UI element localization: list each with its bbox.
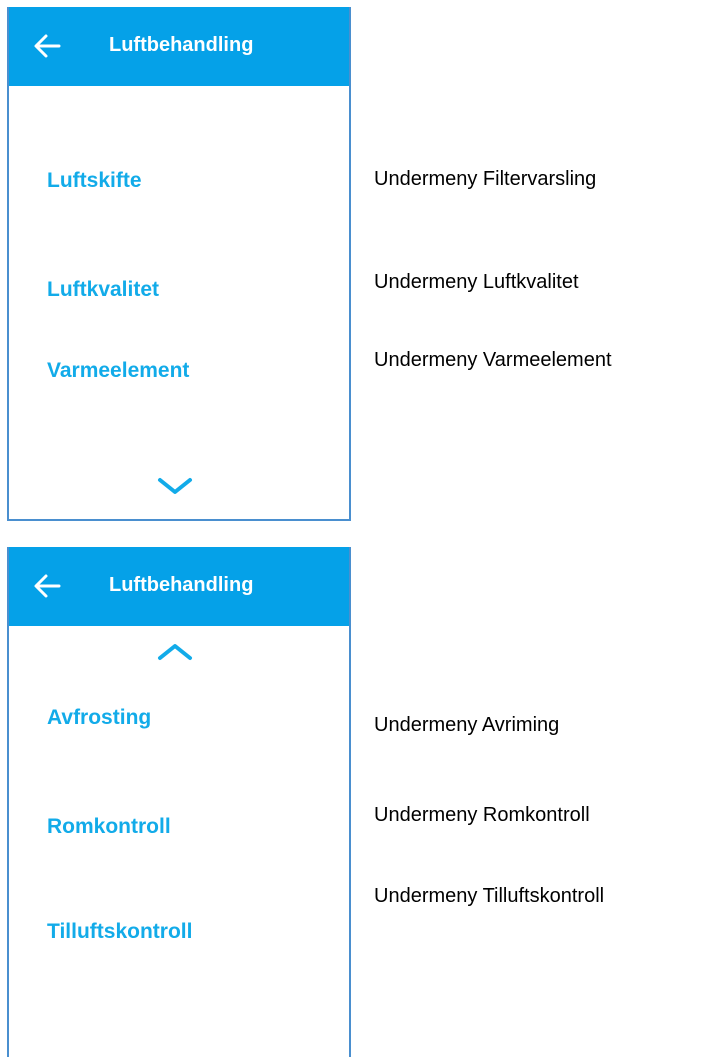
header-title: Luftbehandling [109, 574, 254, 596]
annotation-filtervarsling: Undermeny Filtervarsling [374, 168, 597, 190]
arrow-left-icon[interactable] [33, 33, 61, 59]
menu-item-romkontroll[interactable]: Romkontroll [47, 815, 171, 839]
annotation-romkontroll: Undermeny Romkontroll [374, 804, 590, 826]
arrow-left-icon[interactable] [33, 573, 61, 599]
menu-item-varmeelement[interactable]: Varmeelement [47, 359, 189, 383]
header-title: Luftbehandling [109, 34, 254, 56]
menu-item-luftkvalitet[interactable]: Luftkvalitet [47, 278, 159, 302]
menu-screen-2: Luftbehandling Avfrosting Romkontroll Ti… [7, 547, 351, 1057]
annotation-tilluftskontroll: Undermeny Tilluftskontroll [374, 885, 605, 907]
annotation-varmeelement: Undermeny Varmeelement [374, 349, 612, 371]
annotation-avriming: Undermeny Avriming [374, 714, 560, 736]
chevron-up-icon[interactable] [157, 642, 193, 662]
header-bar: Luftbehandling [9, 7, 349, 86]
annotation-luftkvalitet: Undermeny Luftkvalitet [374, 271, 579, 293]
menu-item-avfrosting[interactable]: Avfrosting [47, 706, 151, 730]
chevron-down-icon[interactable] [157, 476, 193, 496]
menu-item-tilluftskontroll[interactable]: Tilluftskontroll [47, 920, 192, 944]
menu-screen-1: Luftbehandling Luftskifte Luftkvalitet V… [7, 7, 351, 521]
menu-item-luftskifte[interactable]: Luftskifte [47, 169, 142, 193]
header-bar: Luftbehandling [9, 547, 349, 626]
